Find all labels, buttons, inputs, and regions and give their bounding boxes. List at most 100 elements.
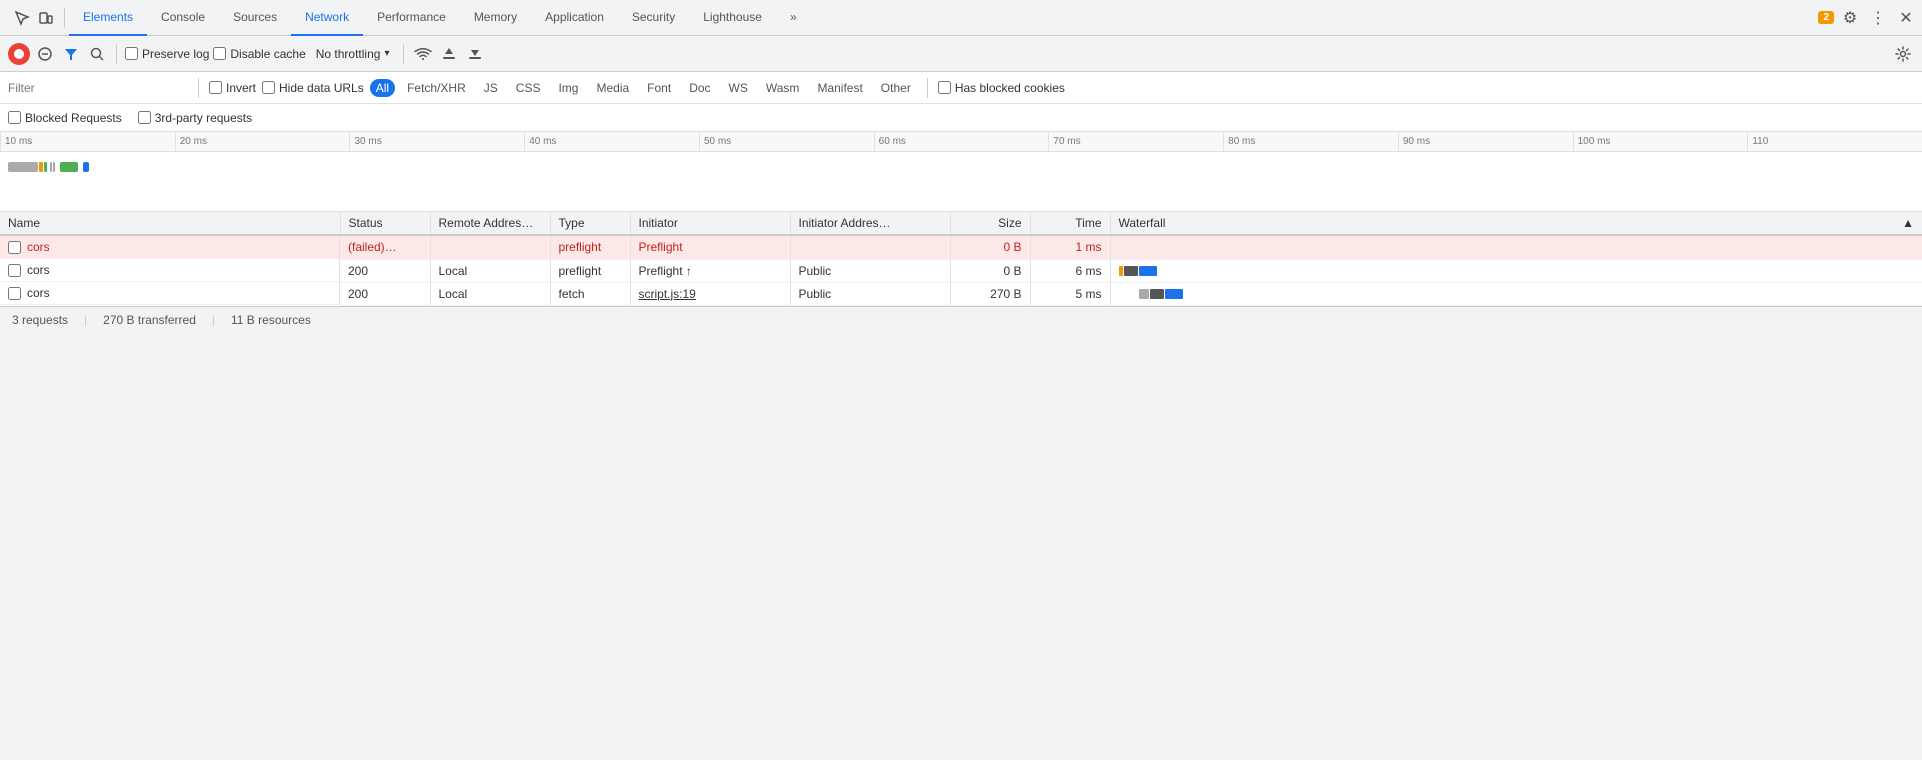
- tab-memory[interactable]: Memory: [460, 0, 531, 36]
- col-initiator[interactable]: Initiator: [630, 212, 790, 235]
- filter-doc[interactable]: Doc: [683, 79, 716, 97]
- cell-checkbox-name: cors: [0, 236, 340, 259]
- initiator-link[interactable]: script.js:19: [639, 287, 696, 301]
- table-row[interactable]: cors 200 Local preflight Preflight ↑ Pub…: [0, 259, 1922, 282]
- filter-wasm[interactable]: Wasm: [760, 79, 806, 97]
- col-name[interactable]: Name: [0, 212, 340, 235]
- tab-network[interactable]: Network: [291, 0, 363, 36]
- timeline-ruler: 10 ms 20 ms 30 ms 40 ms 50 ms 60 ms 70 m…: [0, 132, 1922, 152]
- filter-bar: Invert Hide data URLs All Fetch/XHR JS C…: [0, 72, 1922, 104]
- filter-manifest[interactable]: Manifest: [811, 79, 868, 97]
- col-time[interactable]: Time: [1030, 212, 1110, 235]
- resources-size: 11 B resources: [231, 313, 311, 327]
- tick-20ms: 20 ms: [175, 132, 350, 151]
- filter-font[interactable]: Font: [641, 79, 677, 97]
- cell-status: 200: [340, 259, 430, 282]
- col-status[interactable]: Status: [340, 212, 430, 235]
- tab-bar: Elements Console Sources Network Perform…: [0, 0, 1922, 36]
- cell-waterfall: [1110, 235, 1922, 259]
- cell-size: 0 B: [950, 235, 1030, 259]
- cell-type: preflight: [550, 259, 630, 282]
- network-table-wrapper: Name Status Remote Addres… Type Initiato…: [0, 212, 1922, 306]
- tab-bar-right: 2 ⚙ ⋮ ✕: [1818, 6, 1918, 30]
- tab-console[interactable]: Console: [147, 0, 219, 36]
- disable-cache-checkbox[interactable]: Disable cache: [213, 47, 305, 61]
- filter-media[interactable]: Media: [590, 79, 635, 97]
- devtools-icons: [4, 8, 65, 28]
- tick-30ms: 30 ms: [349, 132, 524, 151]
- cell-checkbox-name: cors: [0, 259, 340, 282]
- tab-security[interactable]: Security: [618, 0, 689, 36]
- col-size[interactable]: Size: [950, 212, 1030, 235]
- cell-waterfall: [1110, 259, 1922, 282]
- wifi-icon[interactable]: [412, 43, 434, 65]
- cell-checkbox-name: cors: [0, 282, 340, 305]
- blocked-cookies-checkbox[interactable]: Has blocked cookies: [938, 81, 1065, 95]
- transferred-size: 270 B transferred: [103, 313, 196, 327]
- close-button[interactable]: ✕: [1894, 6, 1918, 30]
- filter-button[interactable]: [60, 43, 82, 65]
- table-row[interactable]: cors 200 Local fetch script.js:19 Public…: [0, 282, 1922, 305]
- record-button[interactable]: [8, 43, 30, 65]
- cell-initiator-address: Public: [790, 259, 950, 282]
- tab-lighthouse[interactable]: Lighthouse: [689, 0, 776, 36]
- col-type[interactable]: Type: [550, 212, 630, 235]
- tab-elements[interactable]: Elements: [69, 0, 147, 36]
- timeline-chart: [0, 152, 1922, 212]
- cell-remote-address: Local: [430, 259, 550, 282]
- filter-all[interactable]: All: [370, 79, 395, 97]
- tick-60ms: 60 ms: [874, 132, 1049, 151]
- filter-ws[interactable]: WS: [723, 79, 754, 97]
- invert-checkbox[interactable]: Invert: [209, 81, 256, 95]
- tick-70ms: 70 ms: [1048, 132, 1223, 151]
- preserve-log-checkbox[interactable]: Preserve log: [125, 47, 209, 61]
- table-body: cors (failed)… preflight Preflight 0 B 1…: [0, 235, 1922, 305]
- row-name[interactable]: cors: [27, 286, 50, 300]
- network-settings-icon[interactable]: [1892, 43, 1914, 65]
- blocked-requests-checkbox[interactable]: Blocked Requests: [8, 111, 122, 125]
- cell-status: 200: [340, 282, 430, 305]
- table-row[interactable]: cors (failed)… preflight Preflight 0 B 1…: [0, 235, 1922, 259]
- row-name[interactable]: cors: [27, 263, 50, 277]
- tab-sources[interactable]: Sources: [219, 0, 291, 36]
- filter-js[interactable]: JS: [478, 79, 504, 97]
- cell-remote-address: Local: [430, 282, 550, 305]
- row-name[interactable]: cors: [27, 240, 50, 254]
- cell-size: 270 B: [950, 282, 1030, 305]
- third-party-checkbox[interactable]: 3rd-party requests: [138, 111, 252, 125]
- col-remote-address[interactable]: Remote Addres…: [430, 212, 550, 235]
- more-button[interactable]: ⋮: [1866, 6, 1890, 30]
- stop-button[interactable]: [34, 43, 56, 65]
- cell-initiator-address: [790, 235, 950, 259]
- col-waterfall[interactable]: Waterfall ▲: [1110, 212, 1922, 235]
- toolbar-separator-2: [403, 44, 404, 64]
- issue-badge[interactable]: 2: [1818, 11, 1834, 24]
- tick-80ms: 80 ms: [1223, 132, 1398, 151]
- hide-data-urls-checkbox[interactable]: Hide data URLs: [262, 81, 364, 95]
- device-icon[interactable]: [36, 8, 56, 28]
- filter-img[interactable]: Img: [552, 79, 584, 97]
- initiator-value: Preflight: [639, 240, 683, 254]
- download-icon[interactable]: [464, 43, 486, 65]
- col-initiator-address[interactable]: Initiator Addres…: [790, 212, 950, 235]
- row-checkbox[interactable]: [8, 264, 21, 277]
- cell-time: 6 ms: [1030, 259, 1110, 282]
- row-checkbox[interactable]: [8, 241, 21, 254]
- throttle-select[interactable]: No throttling ▾: [310, 45, 396, 63]
- filter-fetch-xhr[interactable]: Fetch/XHR: [401, 79, 472, 97]
- filter-input[interactable]: [8, 81, 188, 95]
- cell-initiator: Preflight ↑: [630, 259, 790, 282]
- toolbar-separator-1: [116, 44, 117, 64]
- settings-button[interactable]: ⚙: [1838, 6, 1862, 30]
- cell-waterfall: [1110, 282, 1922, 305]
- filter-css[interactable]: CSS: [510, 79, 547, 97]
- inspect-icon[interactable]: [12, 8, 32, 28]
- tab-more[interactable]: »: [776, 0, 811, 36]
- upload-icon[interactable]: [438, 43, 460, 65]
- row-checkbox[interactable]: [8, 287, 21, 300]
- tab-application[interactable]: Application: [531, 0, 618, 36]
- search-button[interactable]: [86, 43, 108, 65]
- tick-90ms: 90 ms: [1398, 132, 1573, 151]
- tab-performance[interactable]: Performance: [363, 0, 460, 36]
- filter-other[interactable]: Other: [875, 79, 917, 97]
